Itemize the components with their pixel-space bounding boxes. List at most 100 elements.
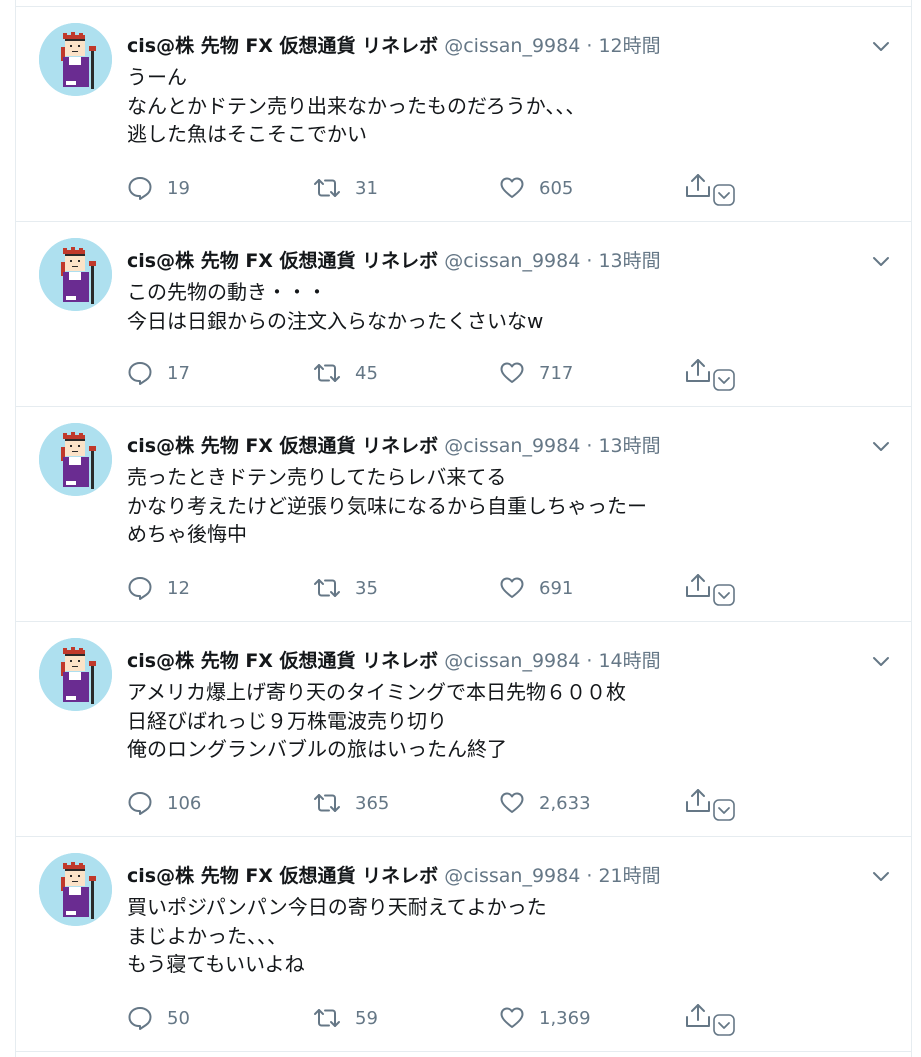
- author-name[interactable]: cis@株 先物 FX 仮想通貨 リネレボ: [127, 35, 438, 57]
- share-icon: [686, 1004, 735, 1036]
- retweet-icon: [314, 179, 340, 197]
- like-icon: [500, 1007, 524, 1028]
- like-button[interactable]: 605: [499, 173, 573, 203]
- like-icon: [500, 577, 524, 598]
- reply-button[interactable]: 106: [127, 788, 201, 818]
- timeline: cis@株 先物 FX 仮想通貨 リネレボ @cissan_9984 · 12時…: [15, 0, 912, 1057]
- retweet-button[interactable]: 31: [313, 173, 378, 203]
- reply-button[interactable]: 17: [127, 358, 190, 388]
- like-button[interactable]: 717: [499, 358, 573, 388]
- like-icon: [500, 362, 524, 383]
- retweet-icon: [314, 579, 340, 597]
- avatar[interactable]: [39, 238, 112, 311]
- like-count: 691: [539, 577, 574, 599]
- header-separator: ·: [586, 435, 593, 457]
- like-button[interactable]: 691: [499, 573, 573, 603]
- tweet-menu-button[interactable]: [871, 867, 891, 887]
- like-button[interactable]: 1,369: [499, 1003, 591, 1033]
- author-name[interactable]: cis@株 先物 FX 仮想通貨 リネレボ: [127, 650, 438, 672]
- reply-icon: [128, 792, 152, 815]
- reply-icon: [128, 177, 152, 200]
- retweet-count: 365: [355, 792, 390, 814]
- chevron-down-icon: [873, 442, 889, 451]
- tweet-timestamp[interactable]: 13時間: [598, 435, 660, 457]
- share-button[interactable]: [684, 573, 744, 609]
- avatar[interactable]: [39, 853, 112, 926]
- share-button[interactable]: [684, 788, 744, 824]
- retweet-icon: [314, 1009, 340, 1027]
- author-handle[interactable]: @cissan_9984: [444, 865, 580, 887]
- header-separator: ·: [586, 865, 593, 887]
- header-separator: ·: [586, 250, 593, 272]
- author-name[interactable]: cis@株 先物 FX 仮想通貨 リネレボ: [127, 250, 438, 272]
- retweet-button[interactable]: 365: [313, 788, 389, 818]
- chevron-down-icon: [873, 872, 889, 881]
- author-name[interactable]: cis@株 先物 FX 仮想通貨 リネレボ: [127, 435, 438, 457]
- header-separator: ·: [586, 35, 593, 57]
- reply-button[interactable]: 12: [127, 573, 190, 603]
- chevron-down-icon: [873, 657, 889, 666]
- retweet-button[interactable]: 45: [313, 358, 378, 388]
- pixel-character-avatar-image: [39, 638, 112, 711]
- retweet-button[interactable]: 35: [313, 573, 378, 603]
- reply-count: 17: [167, 362, 190, 384]
- share-button[interactable]: [684, 1003, 744, 1039]
- tweet-actions: 17 45 717: [127, 358, 867, 391]
- tweet[interactable]: cis@株 先物 FX 仮想通貨 リネレボ @cissan_9984 · 14時…: [16, 622, 911, 837]
- tweet[interactable]: cis@株 先物 FX 仮想通貨 リネレボ @cissan_9984 · 12時…: [16, 7, 911, 222]
- like-icon: [500, 177, 524, 198]
- tweet-header: cis@株 先物 FX 仮想通貨 リネレボ @cissan_9984 · 13時…: [127, 248, 661, 274]
- reply-button[interactable]: 50: [127, 1003, 190, 1033]
- share-icon: [686, 574, 735, 606]
- share-button[interactable]: [684, 358, 744, 394]
- retweet-icon: [314, 364, 340, 382]
- share-icon: [686, 789, 735, 821]
- tweet[interactable]: cis@株 先物 FX 仮想通貨 リネレボ @cissan_9984 · 13時…: [16, 222, 911, 407]
- tweet-timestamp[interactable]: 13時間: [598, 250, 660, 272]
- like-count: 605: [539, 177, 574, 199]
- retweet-button[interactable]: 59: [313, 1003, 378, 1033]
- reply-count: 106: [167, 792, 202, 814]
- reply-icon: [128, 1007, 152, 1030]
- author-handle[interactable]: @cissan_9984: [444, 650, 580, 672]
- like-icon: [500, 792, 524, 813]
- author-name[interactable]: cis@株 先物 FX 仮想通貨 リネレボ: [127, 865, 438, 887]
- like-button[interactable]: 2,633: [499, 788, 591, 818]
- retweet-count: 45: [355, 362, 378, 384]
- tweet-actions: 12 35 691: [127, 573, 867, 606]
- header-separator: ·: [586, 650, 593, 672]
- reply-icon: [128, 577, 152, 600]
- share-button[interactable]: [684, 173, 744, 209]
- tweet[interactable]: cis@株 先物 FX 仮想通貨 リネレボ @cissan_9984 · 21時…: [16, 837, 911, 1052]
- tweet-menu-button[interactable]: [871, 37, 891, 57]
- tweet-actions: 19 31 605: [127, 173, 867, 206]
- tweet-menu-button[interactable]: [871, 437, 891, 457]
- pixel-character-avatar-image: [39, 238, 112, 311]
- tweet-menu-button[interactable]: [871, 652, 891, 672]
- retweet-count: 59: [355, 1007, 378, 1029]
- retweet-icon: [314, 794, 340, 812]
- avatar[interactable]: [39, 23, 112, 96]
- like-count: 717: [539, 362, 574, 384]
- tweet-text: アメリカ爆上げ寄り天のタイミングで本日先物６００枚 日経びばれっじ９万株電波売り…: [127, 680, 626, 761]
- pixel-character-avatar-image: [39, 853, 112, 926]
- author-handle[interactable]: @cissan_9984: [444, 250, 580, 272]
- tweet-menu-button[interactable]: [871, 252, 891, 272]
- reply-count: 50: [167, 1007, 190, 1029]
- reply-count: 19: [167, 177, 190, 199]
- like-count: 1,369: [539, 1007, 591, 1029]
- share-icon: [686, 359, 735, 391]
- reply-button[interactable]: 19: [127, 173, 190, 203]
- avatar[interactable]: [39, 638, 112, 711]
- reply-icon: [128, 362, 152, 385]
- reply-count: 12: [167, 577, 190, 599]
- retweet-count: 35: [355, 577, 378, 599]
- author-handle[interactable]: @cissan_9984: [444, 435, 580, 457]
- tweet-timestamp[interactable]: 14時間: [598, 650, 660, 672]
- tweet-header: cis@株 先物 FX 仮想通貨 リネレボ @cissan_9984 · 21時…: [127, 863, 661, 889]
- tweet-timestamp[interactable]: 12時間: [598, 35, 660, 57]
- tweet-timestamp[interactable]: 21時間: [598, 865, 660, 887]
- author-handle[interactable]: @cissan_9984: [444, 35, 580, 57]
- avatar[interactable]: [39, 423, 112, 496]
- tweet[interactable]: cis@株 先物 FX 仮想通貨 リネレボ @cissan_9984 · 13時…: [16, 407, 911, 622]
